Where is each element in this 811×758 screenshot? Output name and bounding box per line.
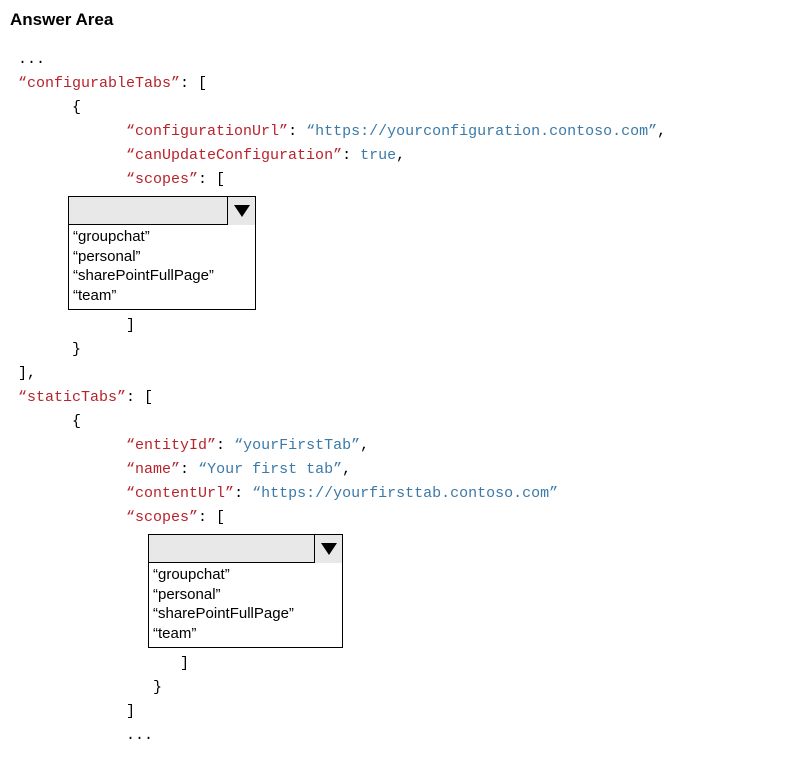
dropdown-header-2[interactable] (149, 535, 342, 563)
can-update-config-value: true (360, 147, 396, 164)
dropdown-option[interactable]: “personal” (153, 585, 338, 605)
content-url-key: “contentUrl” (126, 485, 234, 502)
chevron-down-icon (234, 205, 250, 217)
dropdown-options-2: “groupchat” “personal” “sharePointFullPa… (149, 563, 342, 647)
dropdown-option[interactable]: “team” (73, 286, 251, 306)
dropdown-option[interactable]: “groupchat” (73, 227, 251, 247)
name-value: “Your first tab” (198, 461, 342, 478)
dropdown-option[interactable]: “personal” (73, 247, 251, 267)
answer-area-title: Answer Area (10, 10, 801, 30)
can-update-config-key: “canUpdateConfiguration” (126, 147, 342, 164)
content-url-value: “https://yourfirsttab.contoso.com” (252, 485, 558, 502)
dropdown-option[interactable]: “sharePointFullPage” (73, 266, 251, 286)
scopes-key-1: “scopes” (126, 171, 198, 188)
code-block: ... “configurableTabs”: [ { “configurati… (10, 48, 801, 748)
dropdown-arrow-box-1[interactable] (227, 197, 255, 225)
ellipsis-top: ... (18, 51, 45, 68)
ellipsis-bottom: ... (126, 727, 153, 744)
dropdown-option[interactable]: “sharePointFullPage” (153, 604, 338, 624)
scopes-dropdown-1[interactable]: “groupchat” “personal” “sharePointFullPa… (68, 196, 256, 310)
configuration-url-value: “https://yourconfiguration.contoso.com” (306, 123, 657, 140)
dropdown-arrow-box-2[interactable] (314, 535, 342, 563)
dropdown-options-1: “groupchat” “personal” “sharePointFullPa… (69, 225, 255, 309)
static-tabs-key: “staticTabs” (18, 389, 126, 406)
configuration-url-key: “configurationUrl” (126, 123, 288, 140)
dropdown-option[interactable]: “team” (153, 624, 338, 644)
entity-id-key: “entityId” (126, 437, 216, 454)
name-key: “name” (126, 461, 180, 478)
chevron-down-icon (321, 543, 337, 555)
dropdown-header-1[interactable] (69, 197, 255, 225)
scopes-key-2: “scopes” (126, 509, 198, 526)
entity-id-value: “yourFirstTab” (234, 437, 360, 454)
configurable-tabs-key: “configurableTabs” (18, 75, 180, 92)
dropdown-option[interactable]: “groupchat” (153, 565, 338, 585)
scopes-dropdown-2[interactable]: “groupchat” “personal” “sharePointFullPa… (148, 534, 343, 648)
